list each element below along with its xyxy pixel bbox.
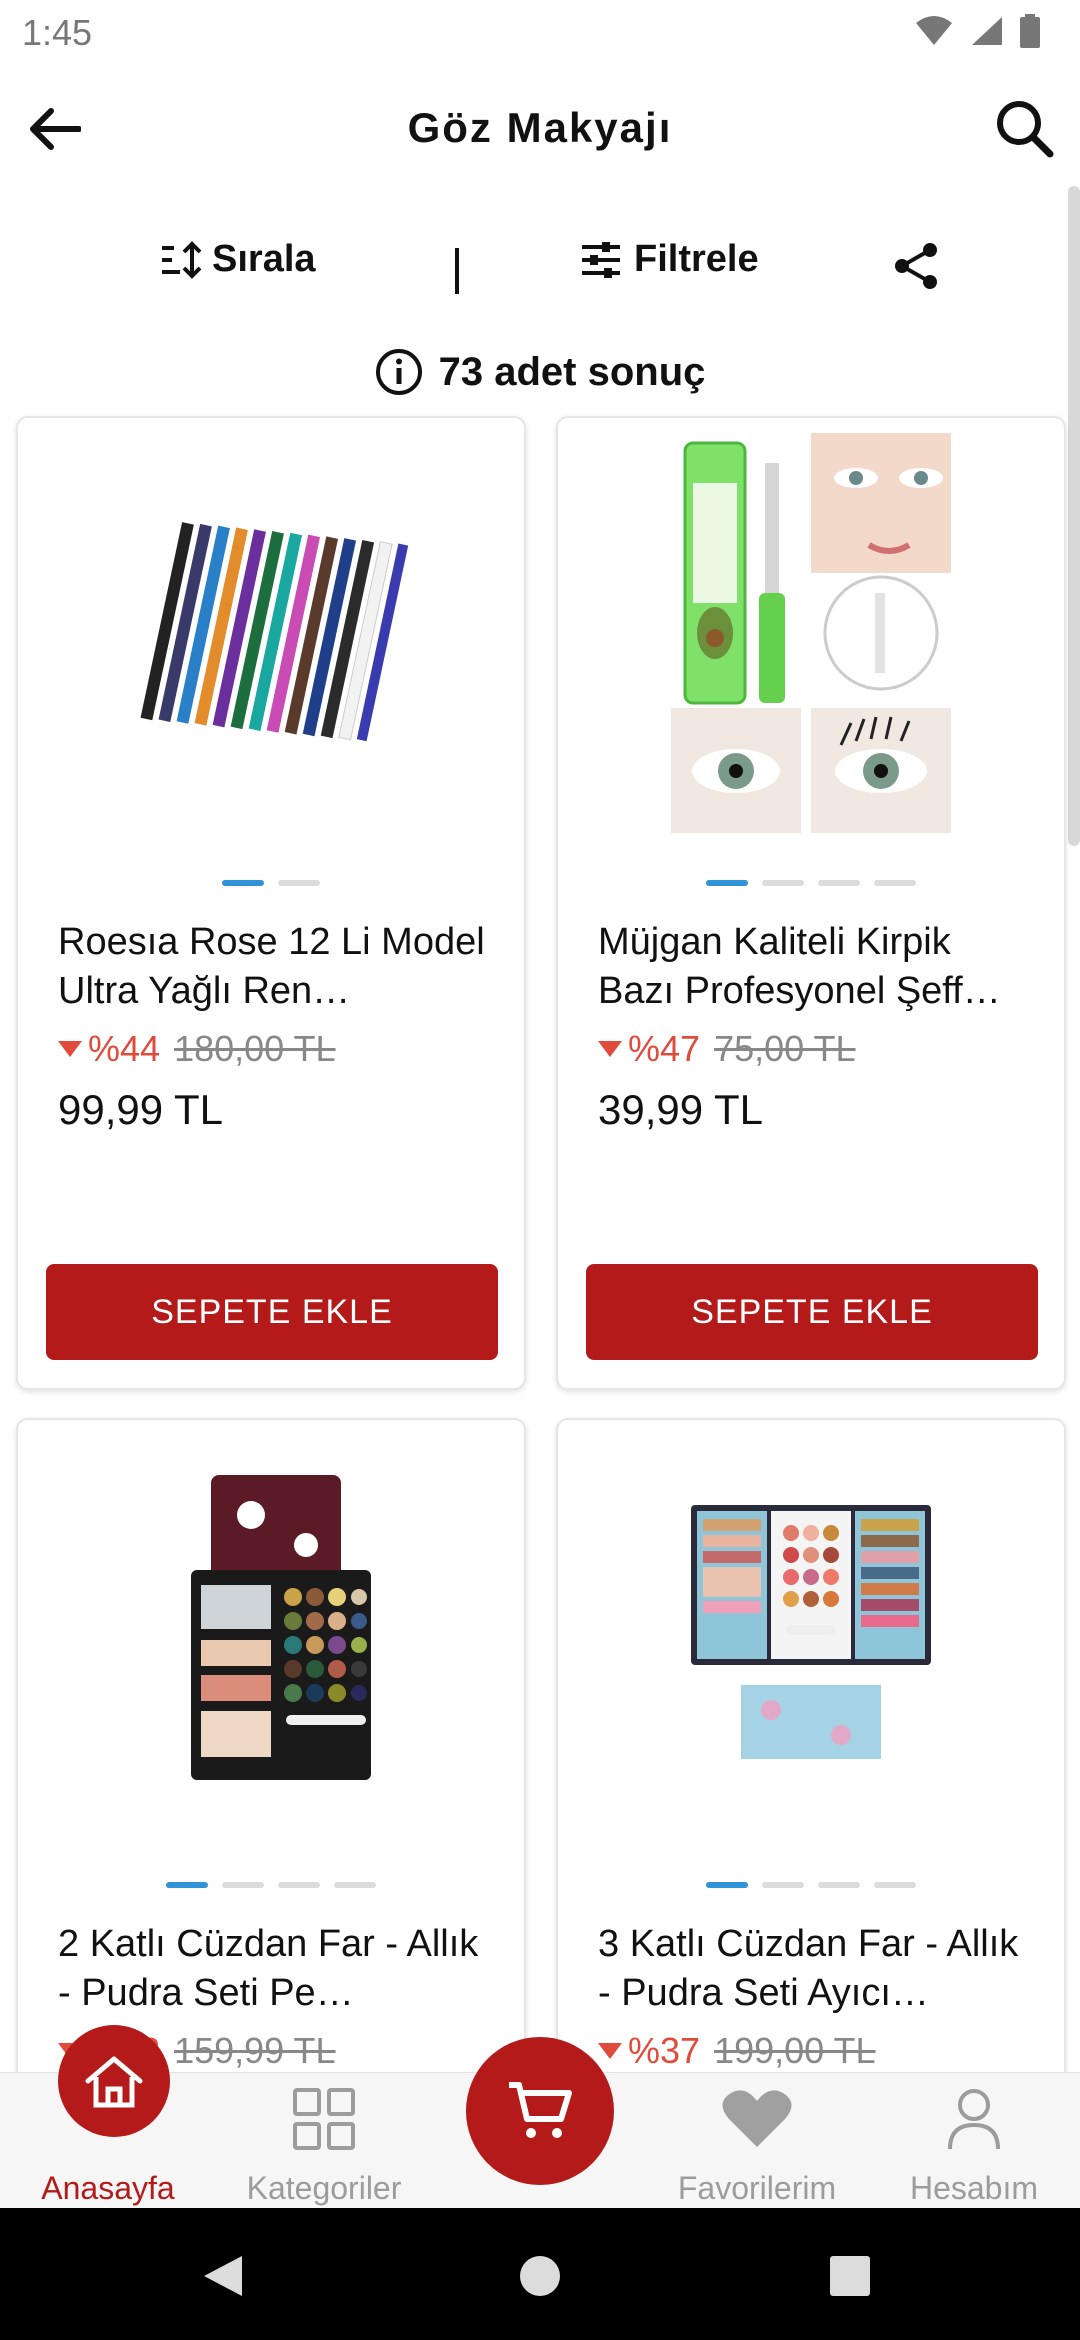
cart-icon (509, 2082, 572, 2138)
product-card[interactable]: 2 Katlı Cüzdan Far - Allık - Pudra Seti … (16, 1418, 526, 2118)
sort-label: Sırala (212, 238, 316, 280)
pager-dot[interactable] (222, 1882, 264, 1888)
old-price: 159,99 TL (174, 2030, 336, 2071)
price-discount-row: %44 180,00 TL (58, 1028, 336, 1070)
system-navigation-bar (0, 2208, 1080, 2340)
nav-label-categories: Kategoriler (246, 2170, 402, 2206)
nav-item-favorites[interactable]: Favorilerim (657, 2073, 857, 2209)
old-price: 180,00 TL (174, 1028, 336, 1069)
list-toolbar: Sırala Filtrele (0, 230, 1080, 310)
eyeliner-pencils-image (140, 522, 409, 742)
pager-dot[interactable] (334, 1882, 376, 1888)
mascara-base-image (671, 433, 951, 833)
result-count: 73 adet sonuç (0, 340, 1080, 404)
discount-badge: %47 (598, 1028, 700, 1070)
nav-label-home: Anasayfa (41, 2170, 175, 2206)
status-bar: 1:45 (0, 0, 1080, 66)
pager-dot[interactable] (706, 880, 748, 886)
recents-square-icon[interactable] (830, 2256, 870, 2296)
price-discount-row: %37 199,00 TL (598, 2030, 876, 2072)
filter-button[interactable]: Filtrele (580, 238, 759, 281)
status-icons (914, 14, 1040, 48)
product-card[interactable]: Müjgan Kaliteli Kirpik Bazı Profesyonel … (556, 416, 1066, 1390)
product-name[interactable]: 2 Katlı Cüzdan Far - Allık - Pudra Seti … (58, 1920, 494, 2018)
user-icon (948, 2089, 1000, 2150)
info-icon (375, 349, 422, 395)
price-discount-row: %47 75,00 TL (598, 1028, 856, 1070)
image-pager (558, 880, 1064, 886)
pager-dot[interactable] (818, 880, 860, 886)
sort-icon (162, 240, 202, 279)
pager-dot[interactable] (762, 1882, 804, 1888)
home-button-circle[interactable] (58, 2025, 170, 2137)
search-icon (997, 101, 1054, 158)
old-price: 199,00 TL (714, 2030, 876, 2071)
nav-label-account: Hesabım (909, 2170, 1039, 2206)
result-count-text: 73 adet sonuç (438, 349, 706, 394)
pager-dot[interactable] (874, 880, 916, 886)
makeup-palette-wallet-image (191, 1475, 371, 1780)
signal-icon (972, 17, 1002, 45)
pager-dot[interactable] (166, 1882, 208, 1888)
home-icon (85, 2056, 143, 2108)
sort-button[interactable]: Sırala (160, 238, 316, 281)
page-title: Göz Makyajı (407, 104, 673, 151)
nav-item-home[interactable]: Anasayfa (8, 2025, 208, 2209)
filter-label: Filtrele (634, 238, 759, 280)
image-pager (558, 1882, 1064, 1888)
discount-badge: %37 (598, 2030, 700, 2072)
home-circle-icon[interactable] (518, 2254, 562, 2298)
grid-icon (293, 2088, 355, 2150)
bottom-navigation: Anasayfa Kategoriler Favorilerim Hesabım (0, 2025, 1080, 2209)
heart-icon (722, 2090, 792, 2147)
pager-dot[interactable] (762, 880, 804, 886)
nav-item-categories[interactable]: Kategoriler (224, 2073, 424, 2209)
pager-dot[interactable] (706, 1882, 748, 1888)
product-image[interactable] (558, 433, 1064, 833)
product-card[interactable]: 3 Katlı Cüzdan Far - Allık - Pudra Seti … (556, 1418, 1066, 2118)
toolbar-divider (455, 248, 459, 294)
pager-dot[interactable] (818, 1882, 860, 1888)
discount-percent: %47 (628, 1028, 701, 1069)
cart-button[interactable] (466, 2037, 614, 2185)
battery-icon (1020, 14, 1040, 48)
product-image[interactable] (558, 1440, 1064, 1830)
app-bar: Göz Makyajı (0, 66, 1080, 190)
pager-dot[interactable] (278, 1882, 320, 1888)
status-time: 1:45 (22, 12, 93, 53)
down-triangle-icon (598, 1041, 622, 1057)
pager-dot[interactable] (874, 1882, 916, 1888)
add-to-cart-button[interactable]: SEPETE EKLE (46, 1264, 498, 1360)
product-price: 39,99 TL (598, 1086, 764, 1133)
filter-sliders-icon (582, 241, 620, 278)
wifi-icon (916, 16, 952, 45)
discount-badge: %44 (58, 1028, 160, 1070)
pager-dot[interactable] (278, 880, 320, 886)
image-pager (18, 880, 524, 886)
product-name[interactable]: 3 Katlı Cüzdan Far - Allık - Pudra Seti … (598, 1920, 1034, 2018)
product-name[interactable]: Roesıa Rose 12 Li Model Ultra Yağlı Ren… (58, 918, 494, 1016)
add-to-cart-button[interactable]: SEPETE EKLE (586, 1264, 1038, 1360)
image-pager (18, 1882, 524, 1888)
makeup-palette-set-image (691, 1505, 931, 1759)
product-image[interactable] (18, 1440, 524, 1830)
discount-percent: %37 (628, 2030, 701, 2071)
nav-label-favorites: Favorilerim (677, 2170, 837, 2206)
down-triangle-icon (58, 1041, 82, 1057)
nav-item-account[interactable]: Hesabım (874, 2073, 1074, 2209)
product-image[interactable] (18, 438, 524, 828)
old-price: 75,00 TL (714, 1028, 856, 1069)
product-card[interactable]: Roesıa Rose 12 Li Model Ultra Yağlı Ren…… (16, 416, 526, 1390)
product-price: 99,99 TL (58, 1086, 224, 1133)
pager-dot[interactable] (222, 880, 264, 886)
search-button[interactable] (988, 92, 1060, 164)
share-button[interactable] (886, 236, 946, 296)
product-name[interactable]: Müjgan Kaliteli Kirpik Bazı Profesyonel … (598, 918, 1034, 1016)
discount-percent: %44 (88, 1028, 161, 1069)
share-icon (895, 243, 937, 289)
down-triangle-icon (598, 2043, 622, 2059)
back-triangle-icon[interactable] (202, 2254, 244, 2298)
